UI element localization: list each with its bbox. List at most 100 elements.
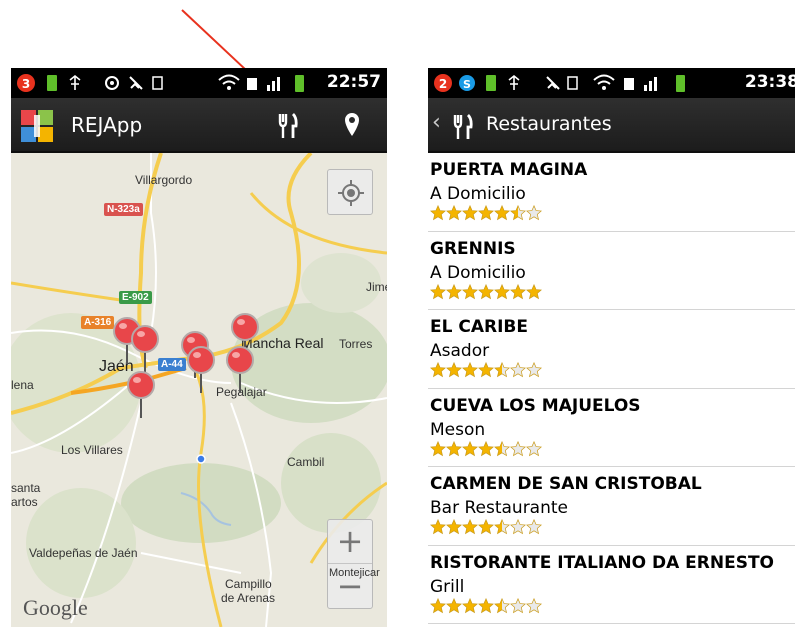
road-shield: E-902: [119, 291, 152, 304]
road-shield: A-316: [81, 316, 115, 329]
star-full-icon: [462, 519, 478, 535]
restaurant-type: Meson: [430, 419, 486, 440]
list-item[interactable]: RISTORANTE ITALIANO DA ERNESTO Grill: [428, 546, 795, 624]
star-half-icon: [494, 362, 510, 378]
road-shield: N-323a: [104, 203, 143, 216]
star-full-icon: [478, 519, 494, 535]
map-pin[interactable]: [131, 325, 159, 373]
notification-icons: 2 S: [434, 74, 578, 92]
star-full-icon: [494, 205, 510, 221]
star-full-icon: [494, 283, 510, 299]
map-label: Valdepeñas de Jaén: [29, 546, 138, 560]
status-clock: 23:38: [744, 72, 795, 92]
signal-icons: [218, 74, 304, 92]
battery-icon: [676, 75, 685, 92]
star-empty-icon: [526, 597, 542, 613]
star-full-icon: [446, 440, 462, 456]
star-full-icon: [446, 283, 462, 299]
restaurant-type: Asador: [430, 341, 490, 361]
app-title: REJApp: [71, 113, 143, 137]
map-label: Jime: [366, 280, 387, 294]
star-full-icon: [462, 205, 478, 221]
star-full-icon: [462, 597, 478, 613]
restaurant-name: CUEVA LOS MAJUELOS: [430, 395, 641, 416]
star-full-icon: [478, 440, 494, 456]
my-location-button[interactable]: [327, 169, 373, 215]
notification-badge: 2: [439, 77, 447, 91]
rating-stars: [430, 283, 795, 302]
map-label: Villargordo: [135, 173, 193, 187]
star-full-icon: [478, 205, 494, 221]
signal-icons: [593, 74, 685, 92]
star-full-icon: [462, 362, 478, 378]
map-label: Los Villares: [61, 443, 123, 457]
restaurant-name: RISTORANTE ITALIANO DA ERNESTO: [430, 552, 775, 573]
rating-stars: [430, 519, 795, 537]
map-label: Torres: [339, 337, 373, 351]
restaurant-type: A Domicilio: [430, 262, 526, 283]
notification-badge: 3: [22, 77, 30, 91]
map-label: Cambil: [287, 455, 325, 469]
list-item[interactable]: PUERTA MAGINA A Domicilio: [428, 153, 795, 232]
star-full-icon: [510, 283, 526, 299]
star-full-icon: [430, 362, 446, 378]
svg-text:S: S: [463, 78, 471, 91]
status-clock: 22:57: [326, 72, 381, 92]
rating-stars: [430, 205, 795, 223]
google-logo: Google: [23, 595, 88, 620]
list-item[interactable]: GRENNIS A Domicilio: [428, 232, 795, 310]
map-view[interactable]: Villargordo Jime Mancha Real Torres Jaén…: [11, 153, 387, 627]
list-item[interactable]: CARMEN DE SAN CRISTOBAL Bar Restaurante: [428, 467, 795, 546]
rating-stars: [430, 597, 795, 616]
location-pin-icon[interactable]: [343, 112, 361, 138]
screen-title: Restaurantes: [486, 113, 612, 135]
star-full-icon: [462, 440, 478, 456]
notification-icons: 3: [17, 74, 163, 92]
star-full-icon: [478, 283, 494, 299]
rating-stars: [430, 362, 795, 380]
star-full-icon: [526, 283, 542, 299]
restaurant-list-screen: 2 S 23:38 ‹ Restaurantes PUERTA MAGINA A…: [428, 68, 795, 627]
star-empty-icon: [526, 205, 542, 221]
map-pin[interactable]: [226, 346, 254, 394]
star-full-icon: [462, 283, 478, 299]
star-full-icon: [430, 519, 446, 535]
star-half-icon: [494, 597, 510, 613]
star-half-icon: [494, 440, 510, 456]
star-empty-icon: [510, 362, 526, 378]
map-label: lena: [11, 378, 34, 392]
back-button[interactable]: ‹: [432, 110, 441, 135]
list-item[interactable]: EL CARIBE Asador: [428, 310, 795, 389]
crosshair-icon: [338, 180, 364, 206]
action-bar: REJApp: [11, 98, 387, 153]
star-empty-icon: [510, 597, 526, 613]
star-full-icon: [446, 519, 462, 535]
status-bar: 2 S 23:38: [428, 68, 795, 98]
restaurant-icon[interactable]: [452, 113, 474, 141]
restaurant-icon[interactable]: [277, 112, 299, 140]
star-full-icon: [430, 283, 446, 299]
star-full-icon: [446, 362, 462, 378]
restaurant-type: A Domicilio: [430, 184, 526, 204]
rating-stars: [430, 440, 795, 459]
zoom-controls: + −: [327, 519, 373, 609]
list-item[interactable]: CUEVA LOS MAJUELOS Meson: [428, 389, 795, 467]
app-logo-icon[interactable]: [21, 110, 53, 142]
map-pin[interactable]: [127, 371, 155, 419]
action-bar: ‹ Restaurantes: [428, 98, 795, 153]
restaurant-name: EL CARIBE: [430, 317, 528, 337]
map-screen: 3 22:57 REJApp Villargordo Jim Mancha Re…: [11, 68, 387, 627]
star-half-icon: [494, 519, 510, 535]
map-label: Montejicar: [329, 567, 380, 579]
restaurant-name: CARMEN DE SAN CRISTOBAL: [430, 474, 702, 494]
map-pin[interactable]: [187, 346, 215, 394]
restaurant-list: PUERTA MAGINA A Domicilio GRENNIS A Domi…: [428, 153, 795, 627]
status-bar: 3 22:57: [11, 68, 387, 98]
map-label: santa: [11, 481, 41, 495]
star-empty-icon: [510, 519, 526, 535]
star-full-icon: [430, 440, 446, 456]
zoom-in-button[interactable]: +: [328, 520, 372, 564]
star-empty-icon: [510, 440, 526, 456]
restaurant-name: PUERTA MAGINA: [430, 160, 588, 180]
star-half-icon: [510, 205, 526, 221]
